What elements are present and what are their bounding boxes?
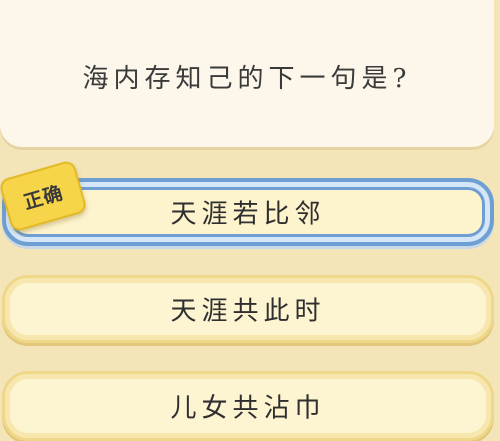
- correct-badge-text: 正确: [21, 181, 66, 214]
- option-label-3: 儿女共沾巾: [170, 393, 326, 424]
- question-text: 海内存知己的下一句是?: [82, 64, 412, 94]
- option-label-2: 天涯共此时: [170, 296, 326, 327]
- question-card: 海内存知己的下一句是?: [0, 0, 494, 147]
- option-button-3[interactable]: 儿女共沾巾: [2, 371, 494, 441]
- option-button-2[interactable]: 天涯共此时: [2, 275, 494, 343]
